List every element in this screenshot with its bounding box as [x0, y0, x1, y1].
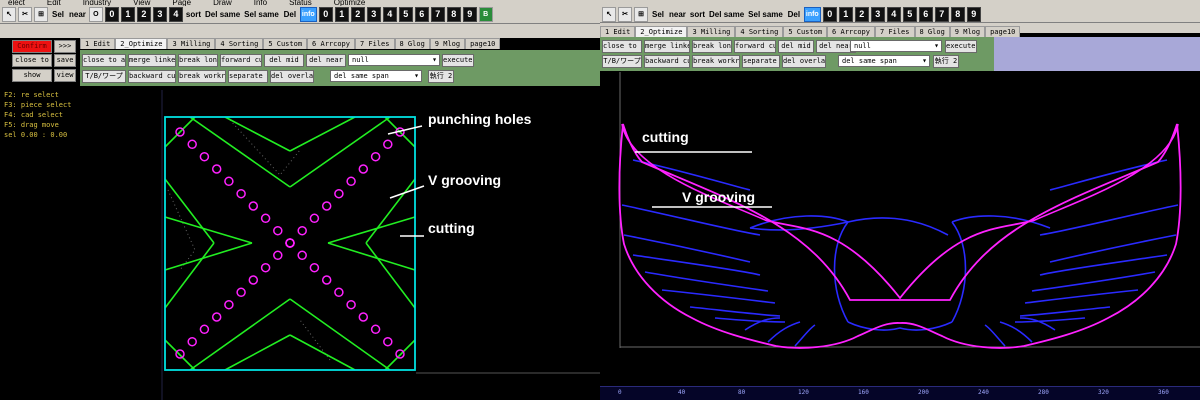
punch-hole — [358, 164, 369, 174]
v-groove-line — [164, 242, 215, 309]
punch-hole — [383, 336, 393, 347]
v-groove-line — [224, 334, 291, 371]
punch-hole — [321, 201, 332, 211]
callout-cutting: cutting — [642, 129, 689, 145]
ruler-tick-label: 160 — [858, 389, 869, 396]
callout-line-vgroove — [389, 185, 425, 199]
punching-holes — [175, 127, 405, 359]
v-groove-line — [289, 298, 391, 371]
ruler-tick-label: 360 — [1158, 389, 1169, 396]
punch-hole — [199, 151, 210, 162]
punch-hole — [285, 238, 295, 248]
punch-hole — [358, 312, 369, 322]
punch-hole — [260, 262, 271, 273]
punch-hole — [273, 225, 283, 236]
punch-hole — [248, 275, 259, 285]
ruler-tick-label: 0 — [618, 389, 622, 396]
ruler-tick-label: 80 — [738, 389, 746, 396]
punch-hole — [236, 287, 246, 298]
callout-v-grooving: V grooving — [428, 172, 502, 188]
punch-hole — [236, 188, 246, 199]
v-groove-line — [365, 178, 416, 244]
punch-hole — [334, 188, 344, 199]
left-screenshot: elect Edit Industry View Page Draw Info Status O… — [0, 0, 600, 400]
v-groove-line — [164, 178, 215, 244]
punch-hole — [309, 213, 320, 224]
punch-hole — [187, 336, 197, 347]
v-groove-line — [189, 298, 291, 371]
v-groove-line — [164, 216, 253, 244]
punch-hole — [199, 324, 210, 335]
v-groove-line — [164, 116, 196, 148]
punch-hole — [321, 275, 332, 285]
punch-hole — [346, 299, 356, 310]
punch-hole — [383, 139, 393, 150]
callout-punching-holes: punching holes — [428, 111, 532, 127]
ruler-tick-label: 240 — [978, 389, 989, 396]
drawing-canvas-left[interactable] — [0, 0, 600, 400]
ruler-tick-label: 200 — [918, 389, 929, 396]
punch-hole — [309, 262, 320, 273]
callout-v-grooving: V grooving — [682, 189, 756, 205]
v-groove-line — [327, 242, 416, 271]
punch-hole — [370, 151, 381, 162]
punch-hole — [346, 176, 356, 187]
punch-hole — [370, 324, 381, 335]
punch-hole — [224, 299, 234, 310]
v-groove-line — [384, 116, 416, 148]
v-groove-line — [327, 216, 416, 244]
punch-hole — [211, 312, 222, 322]
v-groove-line — [164, 242, 253, 271]
v-groove-line — [365, 242, 416, 309]
v-groove-line — [289, 334, 356, 371]
callout-cutting: cutting — [428, 220, 475, 236]
punch-hole — [224, 176, 234, 187]
punch-hole — [211, 164, 222, 174]
punch-hole — [260, 213, 271, 224]
punch-hole — [334, 287, 344, 298]
punch-hole — [248, 201, 259, 211]
cutting-outline — [618, 123, 1182, 349]
v-groove-line — [289, 116, 356, 152]
horizontal-ruler: 0 40 80 120 160 200 240 280 320 360 — [600, 386, 1200, 400]
right-screenshot: ↖ ✂ ⊞ Sel near sort Del same Sel same Del info 0 1 2… — [600, 0, 1200, 400]
dotted-guides — [167, 119, 331, 361]
punch-hole — [297, 225, 307, 236]
ruler-tick-label: 40 — [678, 389, 686, 396]
ruler-tick-label: 120 — [798, 389, 809, 396]
punch-hole — [273, 250, 283, 261]
ruler-tick-label: 280 — [1038, 389, 1049, 396]
callout-line-punching — [387, 125, 423, 135]
punch-hole — [297, 250, 307, 261]
v-groove-line — [224, 116, 291, 152]
ruler-tick-label: 320 — [1098, 389, 1109, 396]
punch-hole — [187, 139, 197, 150]
cutting-outline-center-notch — [764, 219, 1036, 300]
